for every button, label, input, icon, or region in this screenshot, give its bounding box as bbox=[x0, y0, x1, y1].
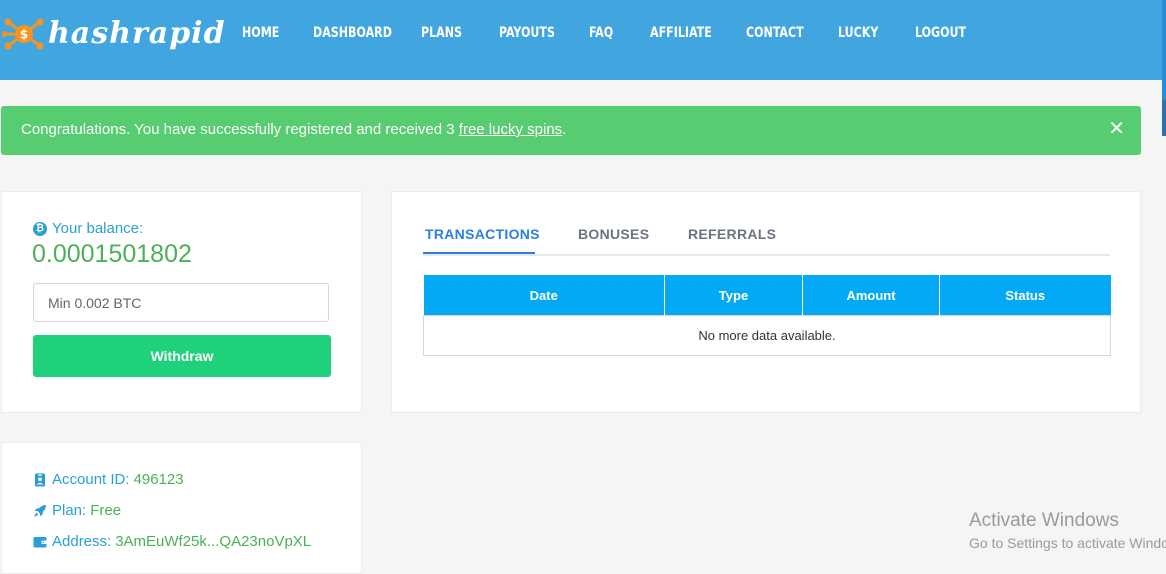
nav-home[interactable]: HOME bbox=[242, 25, 279, 41]
nav-dashboard[interactable]: DASHBOARD bbox=[313, 25, 392, 41]
withdraw-button[interactable]: Withdraw bbox=[33, 335, 331, 377]
nav-affiliate[interactable]: AFFILIATE bbox=[650, 25, 712, 41]
nav-contact[interactable]: CONTACT bbox=[746, 25, 804, 41]
alert-text-before: Congratulations. You have successfully r… bbox=[21, 121, 459, 138]
brand-logo[interactable]: $ hashrapid bbox=[2, 14, 226, 54]
transactions-tabs: TRANSACTIONS BONUSES REFERRALS bbox=[423, 226, 1110, 256]
nav-faq[interactable]: FAQ bbox=[589, 25, 613, 41]
svg-text:$: $ bbox=[20, 28, 28, 42]
account-id-label: Account ID: bbox=[52, 471, 130, 488]
column-type[interactable]: Type bbox=[664, 275, 803, 316]
nav-lucky[interactable]: LUCKY bbox=[838, 25, 878, 41]
address-value: 3AmEuWf25k...QA23noVpXL bbox=[115, 533, 312, 550]
balance-value: 0.0001501802 bbox=[32, 240, 192, 268]
nav-payouts[interactable]: PAYOUTS bbox=[499, 25, 555, 41]
alert-text-after: . bbox=[562, 121, 567, 138]
address-row: Address: 3AmEuWf25k...QA23noVpXL bbox=[33, 533, 311, 550]
top-navbar: $ hashrapid HOME DASHBOARD PLANS PAYOUTS… bbox=[0, 0, 1166, 80]
nav-logout[interactable]: LOGOUT bbox=[915, 25, 966, 41]
tab-referrals[interactable]: REFERRALS bbox=[688, 226, 776, 242]
balance-label-row: ₿ Your balance: bbox=[33, 220, 143, 237]
tab-transactions[interactable]: TRANSACTIONS bbox=[425, 226, 540, 242]
wallet-icon bbox=[33, 536, 47, 547]
success-alert: Congratulations. You have successfully r… bbox=[1, 106, 1141, 155]
account-card: Account ID: 496123 Plan: Free Address: 3… bbox=[1, 442, 362, 574]
address-label: Address: bbox=[52, 533, 112, 550]
bitcoin-icon: ₿ bbox=[33, 221, 47, 236]
balance-label: Your balance: bbox=[52, 220, 144, 237]
brand-name: hashrapid bbox=[48, 16, 226, 51]
activate-windows-subtitle: Go to Settings to activate Windows. bbox=[969, 535, 1166, 551]
alert-message: Congratulations. You have successfully r… bbox=[21, 121, 566, 138]
id-badge-icon bbox=[35, 473, 45, 486]
activate-windows-title: Activate Windows bbox=[969, 510, 1119, 531]
free-lucky-spins-link[interactable]: free lucky spins bbox=[459, 121, 562, 138]
rocket-icon bbox=[34, 504, 46, 517]
plan-label: Plan: bbox=[52, 502, 87, 519]
close-icon[interactable]: ✕ bbox=[1108, 119, 1125, 139]
empty-table-message: No more data available. bbox=[423, 315, 1111, 356]
transactions-card: TRANSACTIONS BONUSES REFERRALS Date Type… bbox=[391, 191, 1141, 413]
plan-row: Plan: Free bbox=[33, 502, 121, 519]
column-status[interactable]: Status bbox=[939, 275, 1111, 316]
account-id-value: 496123 bbox=[133, 471, 184, 488]
table-header-row: Date Type Amount Status bbox=[423, 275, 1111, 316]
tab-bonuses[interactable]: BONUSES bbox=[578, 226, 649, 242]
table-row: No more data available. bbox=[423, 315, 1111, 356]
column-date[interactable]: Date bbox=[423, 275, 665, 316]
account-id-row: Account ID: 496123 bbox=[33, 471, 184, 488]
transactions-table: Date Type Amount Status No more data ava… bbox=[423, 275, 1111, 356]
nav-plans[interactable]: PLANS bbox=[421, 25, 462, 41]
window-edge-accent bbox=[1162, 100, 1166, 136]
active-tab-indicator bbox=[423, 252, 535, 254]
balance-card: ₿ Your balance: 0.0001501802 Withdraw bbox=[1, 191, 362, 413]
logo-icon: $ bbox=[2, 18, 44, 50]
column-amount[interactable]: Amount bbox=[802, 275, 940, 316]
plan-value: Free bbox=[90, 502, 122, 519]
withdraw-amount-input[interactable] bbox=[33, 283, 329, 322]
